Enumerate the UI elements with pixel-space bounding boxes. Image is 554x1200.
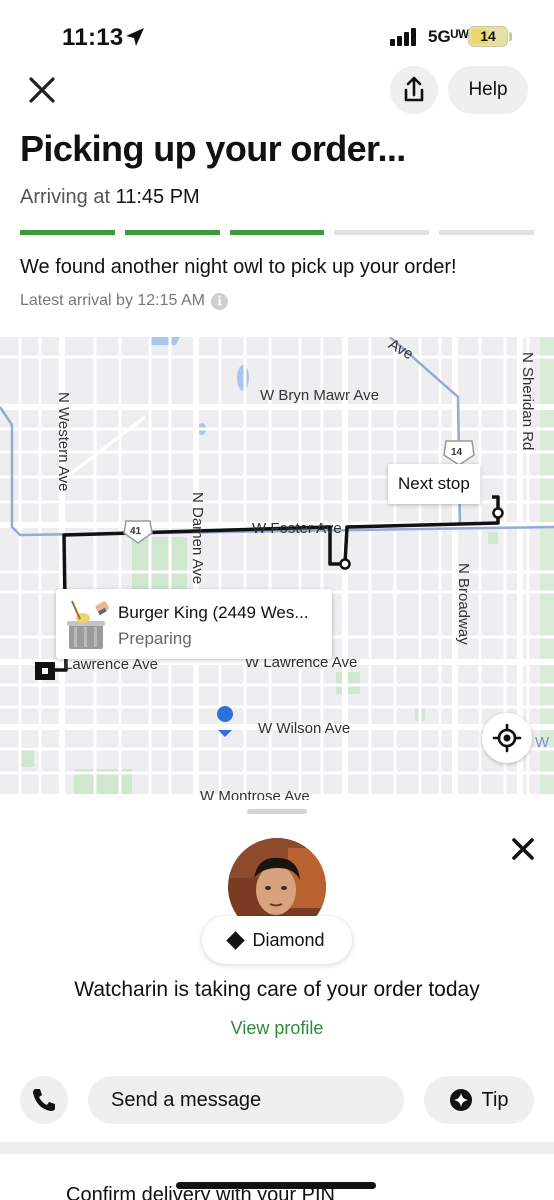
order-progress-bar xyxy=(20,230,534,236)
share-icon xyxy=(404,76,424,102)
highway-shield-label: 14 xyxy=(451,447,463,458)
status-time: 11:13 xyxy=(62,24,124,51)
view-profile-link[interactable]: View profile xyxy=(0,1018,554,1039)
street-label: W Foster Ave xyxy=(252,520,342,537)
street-label: W Montrose Ave xyxy=(200,788,310,800)
tip-label: Tip xyxy=(481,1088,509,1111)
street-label: N Damen Ave xyxy=(189,492,206,585)
progress-step xyxy=(229,230,325,235)
progress-step xyxy=(334,230,430,235)
highway-shield-label: 41 xyxy=(130,526,142,537)
street-label: W xyxy=(535,734,550,751)
latest-arrival: Latest arrival by 12:15 AM i xyxy=(20,292,228,310)
battery-nub xyxy=(509,32,512,41)
courier-sheet: Diamond Watcharin is taking care of your… xyxy=(0,800,554,1200)
close-icon[interactable] xyxy=(22,70,62,110)
street-label: N Sheridan Rd xyxy=(519,352,536,451)
page-title: Picking up your order... xyxy=(20,128,406,169)
delivery-map[interactable]: W Bryn Mawr Ave W Foster Ave Lawrence Av… xyxy=(0,337,554,800)
courier-rating-badge: Diamond xyxy=(202,916,352,964)
store-card[interactable]: Burger King (2449 Wes... Preparing xyxy=(56,589,332,659)
progress-step xyxy=(20,230,115,235)
location-arrow-icon xyxy=(126,28,144,46)
progress-step xyxy=(124,230,220,235)
recenter-button[interactable] xyxy=(482,713,532,763)
street-label: N Broadway xyxy=(455,563,472,645)
latest-arrival-text: Latest arrival by 12:15 AM xyxy=(20,292,205,309)
home-indicator[interactable] xyxy=(176,1182,376,1189)
battery-level: 14 xyxy=(480,28,496,44)
message-input[interactable] xyxy=(88,1076,404,1124)
diamond-icon xyxy=(226,930,246,950)
tip-button[interactable]: Tip xyxy=(424,1076,534,1124)
close-icon[interactable] xyxy=(508,834,538,864)
arrival-prefix: Arriving at xyxy=(20,186,111,208)
courier-message: Watcharin is taking care of your order t… xyxy=(74,978,480,1001)
arrival-time-value: 11:45 PM xyxy=(115,186,200,208)
section-divider xyxy=(0,1142,554,1154)
status-bar: 11:13 5Gᵁᵂ 14 xyxy=(0,0,554,70)
progress-step xyxy=(439,230,534,235)
battery-icon: 14 xyxy=(468,26,508,47)
status-note: We found another night owl to pick up yo… xyxy=(20,256,457,278)
store-name: Burger King (2449 Wes... xyxy=(118,603,309,622)
network-type: 5Gᵁᵂ xyxy=(428,27,469,46)
sheet-drag-handle[interactable] xyxy=(247,809,307,814)
street-label: N Western Ave xyxy=(55,392,72,492)
call-button[interactable] xyxy=(20,1076,68,1124)
street-label: W Bryn Mawr Ave xyxy=(260,387,379,404)
info-icon[interactable]: i xyxy=(210,292,228,310)
help-button[interactable]: Help xyxy=(448,66,528,114)
sparkle-icon xyxy=(450,1089,473,1111)
phone-icon xyxy=(33,1089,55,1111)
store-status: Preparing xyxy=(118,629,192,648)
restaurant-pot-icon xyxy=(67,600,109,649)
next-stop-label: Next stop xyxy=(388,464,480,504)
street-label: W Wilson Ave xyxy=(258,720,351,737)
crosshair-icon xyxy=(492,723,522,753)
signal-icon xyxy=(390,28,420,46)
arrival-time: Arriving at 11:45 PM xyxy=(20,186,200,209)
badge-label: Diamond xyxy=(252,929,325,950)
share-button[interactable] xyxy=(390,66,438,114)
